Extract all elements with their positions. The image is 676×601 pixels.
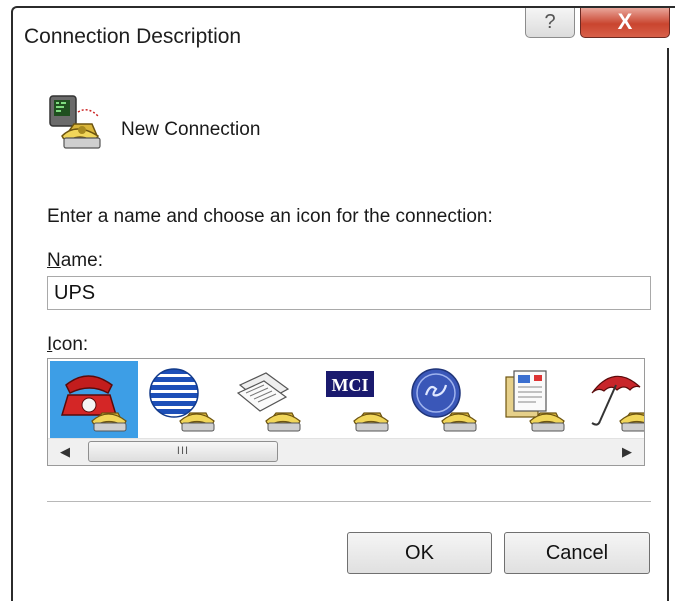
icon-option-newspaper[interactable] [224,361,312,439]
icon-label-text: con: [52,334,89,355]
horizontal-scrollbar[interactable]: ◀ III ▶ [48,438,644,465]
icon-option-umbrella[interactable] [578,361,644,439]
icon-option-red-telephone[interactable] [50,361,138,439]
ge-logo-icon [411,368,477,432]
mci-logo-icon: MCI [326,371,389,432]
name-label: Name: [47,250,103,272]
phone-terminal-icon [49,95,101,149]
name-input[interactable] [47,276,651,310]
globe-stripes-icon [149,368,215,432]
scrollbar-thumb[interactable]: III [88,441,278,462]
window-right-border [667,48,669,601]
umbrella-icon [591,375,644,432]
icon-option-mci[interactable]: MCI [312,361,400,439]
title-bar[interactable]: Connection Description ? X [13,8,675,64]
icon-list[interactable]: MCI ◀ III ▶ [47,358,645,466]
cancel-button[interactable]: Cancel [504,532,650,574]
connection-header-label: New Connection [121,119,261,140]
icon-strip: MCI [48,359,644,439]
icon-option-documents[interactable] [488,361,576,439]
name-label-mnemonic: N [47,250,61,271]
scroll-right-arrow-icon[interactable]: ▶ [622,444,632,460]
name-label-text: ame: [60,250,103,271]
mci-logo-text: MCI [332,375,369,395]
connection-description-dialog: Connection Description ? X New Connectio… [11,6,675,601]
divider [47,501,651,502]
ok-button[interactable]: OK [347,532,492,574]
instructions-text: Enter a name and choose an icon for the … [47,206,493,227]
close-button[interactable]: X [580,8,670,38]
newspaper-icon [236,372,301,432]
documents-icon [505,370,565,432]
help-button[interactable]: ? [525,8,575,38]
window-title: Connection Description [24,25,242,48]
red-telephone-icon [60,375,127,432]
icon-label: Icon: [47,334,88,356]
scroll-left-arrow-icon[interactable]: ◀ [60,444,70,460]
icon-option-globe[interactable] [138,361,226,439]
icon-option-ge[interactable] [400,361,488,439]
